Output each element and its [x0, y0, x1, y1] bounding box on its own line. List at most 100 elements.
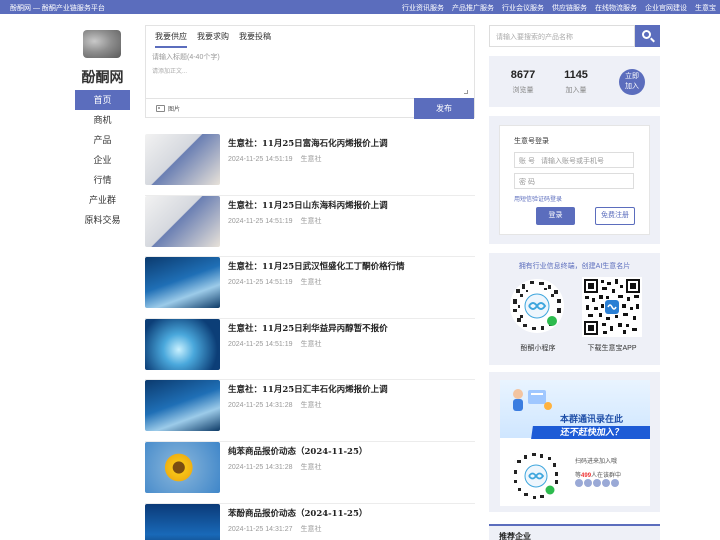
avatar [611, 479, 619, 487]
account-placeholder: 请输入账号或手机号 [540, 158, 604, 165]
product-search: 请输入要搜索的产品名称 [489, 25, 660, 47]
news-meta: 2024-11-25 14:31:27 生意社 [228, 524, 321, 534]
top-link-website[interactable]: 企业官网建设 [645, 3, 687, 13]
join-label-1: 立即 [625, 73, 639, 80]
news-source: 生意社 [300, 340, 322, 348]
top-link-shengyibao[interactable]: 生意宝 [695, 3, 716, 13]
tab-contribute[interactable]: 我要投稿 [239, 26, 271, 48]
list-item[interactable]: 生意社：11月25日武汉恒盛化工丁酮价格行情 2024-11-25 14:51:… [145, 257, 475, 319]
top-link-promotion[interactable]: 产品推广服务 [452, 3, 494, 13]
join-now-button[interactable]: 立即 加入 [619, 69, 645, 95]
sms-login-link[interactable]: 用短信验证码登录 [514, 194, 562, 203]
group-ad-panel: 本群通讯录在此 还不赶快加入？ 扫码进来加入哦 等499人在该群中 [489, 372, 660, 512]
list-item[interactable]: 纯苯商品报价动态（2024-11-25） 2024-11-25 14:31:28… [145, 441, 475, 504]
stats-panel: 8677 浏览量 1145 加入量 立即 加入 [489, 56, 660, 107]
news-title[interactable]: 生意社：11月25日武汉恒盛化工丁酮价格行情 [228, 260, 405, 272]
password-label: 密 码 [519, 179, 535, 186]
nav-item-home[interactable]: 首页 [75, 90, 130, 110]
post-content-input[interactable]: 请添加正文... [152, 66, 187, 75]
top-link-meeting[interactable]: 行业会议服务 [502, 3, 544, 13]
join-label-2: 加入 [625, 83, 639, 90]
tab-purchase[interactable]: 我要求购 [197, 26, 229, 48]
top-link-logistics[interactable]: 在线物流服务 [595, 3, 637, 13]
news-source: 生意社 [300, 402, 322, 410]
views-count: 8677 [510, 69, 536, 81]
image-label: 图片 [168, 107, 181, 113]
list-item[interactable]: 生意社：11月25日汇丰石化丙烯报价上调 2024-11-25 14:31:28… [145, 380, 475, 442]
avatar [575, 479, 583, 487]
news-thumbnail[interactable] [145, 318, 220, 370]
news-source: 生意社 [300, 279, 322, 287]
app-download-label: 下载生意宝APP [587, 345, 637, 352]
news-title[interactable]: 生意社：11月25日汇丰石化丙烯报价上调 [228, 383, 388, 395]
resize-handle[interactable] [464, 90, 468, 94]
news-meta: 2024-11-25 14:51:19 生意社 [228, 339, 321, 349]
news-source: 生意社 [300, 463, 322, 471]
news-thumbnail[interactable] [145, 257, 220, 309]
member-count: 499 [581, 473, 592, 479]
nav-item-companies[interactable]: 企业 [75, 150, 130, 170]
joined-count: 1145 [564, 69, 588, 81]
group-ad[interactable]: 本群通讯录在此 还不赶快加入？ 扫码进来加入哦 等499人在该群中 [500, 380, 650, 506]
list-item[interactable]: 苯酚商品报价动态（2024-11-25） 2024-11-25 14:31:27… [145, 503, 475, 540]
site-logo-text[interactable]: 酚酮网 [75, 67, 130, 87]
post-tabs: 我要供应 我要求购 我要投稿 [146, 26, 474, 48]
news-title[interactable]: 生意社：11月25日利华益异丙醇暂不报价 [228, 322, 388, 334]
avatar [584, 479, 592, 487]
logo-image[interactable] [83, 30, 121, 58]
news-thumbnail[interactable] [145, 503, 220, 540]
publish-button[interactable]: 发布 [414, 98, 474, 119]
top-links: 行业资讯服务 产品推广服务 行业会议服务 供应链服务 在线物流服务 企业官网建设… [402, 3, 716, 13]
qr-panel: 拥有行业信息终端，创建AI生意名片 酚酮小程序 下载生意宝APP [489, 253, 660, 365]
mini-program-qr-icon [510, 279, 564, 333]
list-item[interactable]: 生意社：11月25日利华益异丙醇暂不报价 2024-11-25 14:51:19… [145, 318, 475, 381]
nav-item-opportunities[interactable]: 商机 [75, 110, 130, 130]
news-meta: 2024-11-25 14:31:28 生意社 [228, 462, 321, 472]
news-title[interactable]: 纯苯商品报价动态（2024-11-25） [228, 445, 367, 457]
qr-tip[interactable]: 拥有行业信息终端，创建AI生意名片 [489, 261, 660, 271]
group-qr-icon [511, 451, 561, 501]
tab-supply[interactable]: 我要供应 [155, 26, 187, 48]
login-button[interactable]: 登录 [536, 207, 575, 225]
post-title-input[interactable]: 请输入标题(4-40个字) [152, 52, 220, 62]
news-feed: 生意社：11月25日富海石化丙烯报价上调 2024-11-25 14:51:19… [145, 134, 475, 540]
news-meta: 2024-11-25 14:51:19 生意社 [228, 216, 321, 226]
news-meta: 2024-11-25 14:51:19 生意社 [228, 277, 321, 287]
news-meta: 2024-11-25 14:51:19 生意社 [228, 154, 321, 164]
views-label: 浏览量 [512, 87, 534, 94]
list-item[interactable]: 生意社：11月25日山东海科丙烯报价上调 2024-11-25 14:51:19… [145, 195, 475, 258]
search-button[interactable] [635, 25, 660, 47]
ad-subline: 还不赶快加入？ [531, 426, 650, 439]
joined-stat: 1145 加入量 [556, 69, 596, 95]
app-download-qr-icon [582, 277, 642, 337]
nav-item-products[interactable]: 产品 [75, 130, 130, 150]
login-title: 生意号登录 [514, 138, 549, 145]
news-title[interactable]: 苯酚商品报价动态（2024-11-25） [228, 507, 367, 519]
mini-program-label: 酚酮小程序 [520, 345, 556, 352]
list-item[interactable]: 生意社：11月25日富海石化丙烯报价上调 2024-11-25 14:51:19… [145, 134, 475, 196]
news-title[interactable]: 生意社：11月25日富海石化丙烯报价上调 [228, 137, 388, 149]
news-thumbnail[interactable] [145, 380, 220, 432]
register-button[interactable]: 免费注册 [595, 207, 635, 225]
account-field[interactable]: 账 号 请输入账号或手机号 [514, 152, 634, 168]
nav-item-raw-trade[interactable]: 原料交易 [75, 210, 130, 230]
news-thumbnail[interactable] [145, 441, 220, 493]
search-input[interactable]: 请输入要搜索的产品名称 [489, 25, 635, 47]
post-toolbar: 图片 发布 [146, 98, 474, 119]
ad-banner: 本群通讯录在此 还不赶快加入？ [500, 380, 650, 439]
password-field[interactable]: 密 码 [514, 173, 634, 189]
nav-item-market[interactable]: 行情 [75, 170, 130, 190]
news-meta: 2024-11-25 14:31:28 生意社 [228, 400, 321, 410]
member-count-suffix: 人在该群中 [591, 473, 622, 479]
news-thumbnail[interactable] [145, 134, 220, 185]
top-link-news[interactable]: 行业资讯服务 [402, 3, 444, 13]
image-upload-button[interactable]: 图片 [156, 104, 180, 113]
news-thumbnail[interactable] [145, 195, 220, 247]
news-title[interactable]: 生意社：11月25日山东海科丙烯报价上调 [228, 199, 388, 211]
news-source: 生意社 [300, 525, 322, 533]
top-link-supply-chain[interactable]: 供应链服务 [552, 3, 587, 13]
news-time: 2024-11-25 14:51:19 [228, 340, 293, 348]
avatar [593, 479, 601, 487]
nav-item-groups[interactable]: 产业群 [75, 190, 130, 210]
ad-headline: 本群通讯录在此 [560, 414, 624, 424]
